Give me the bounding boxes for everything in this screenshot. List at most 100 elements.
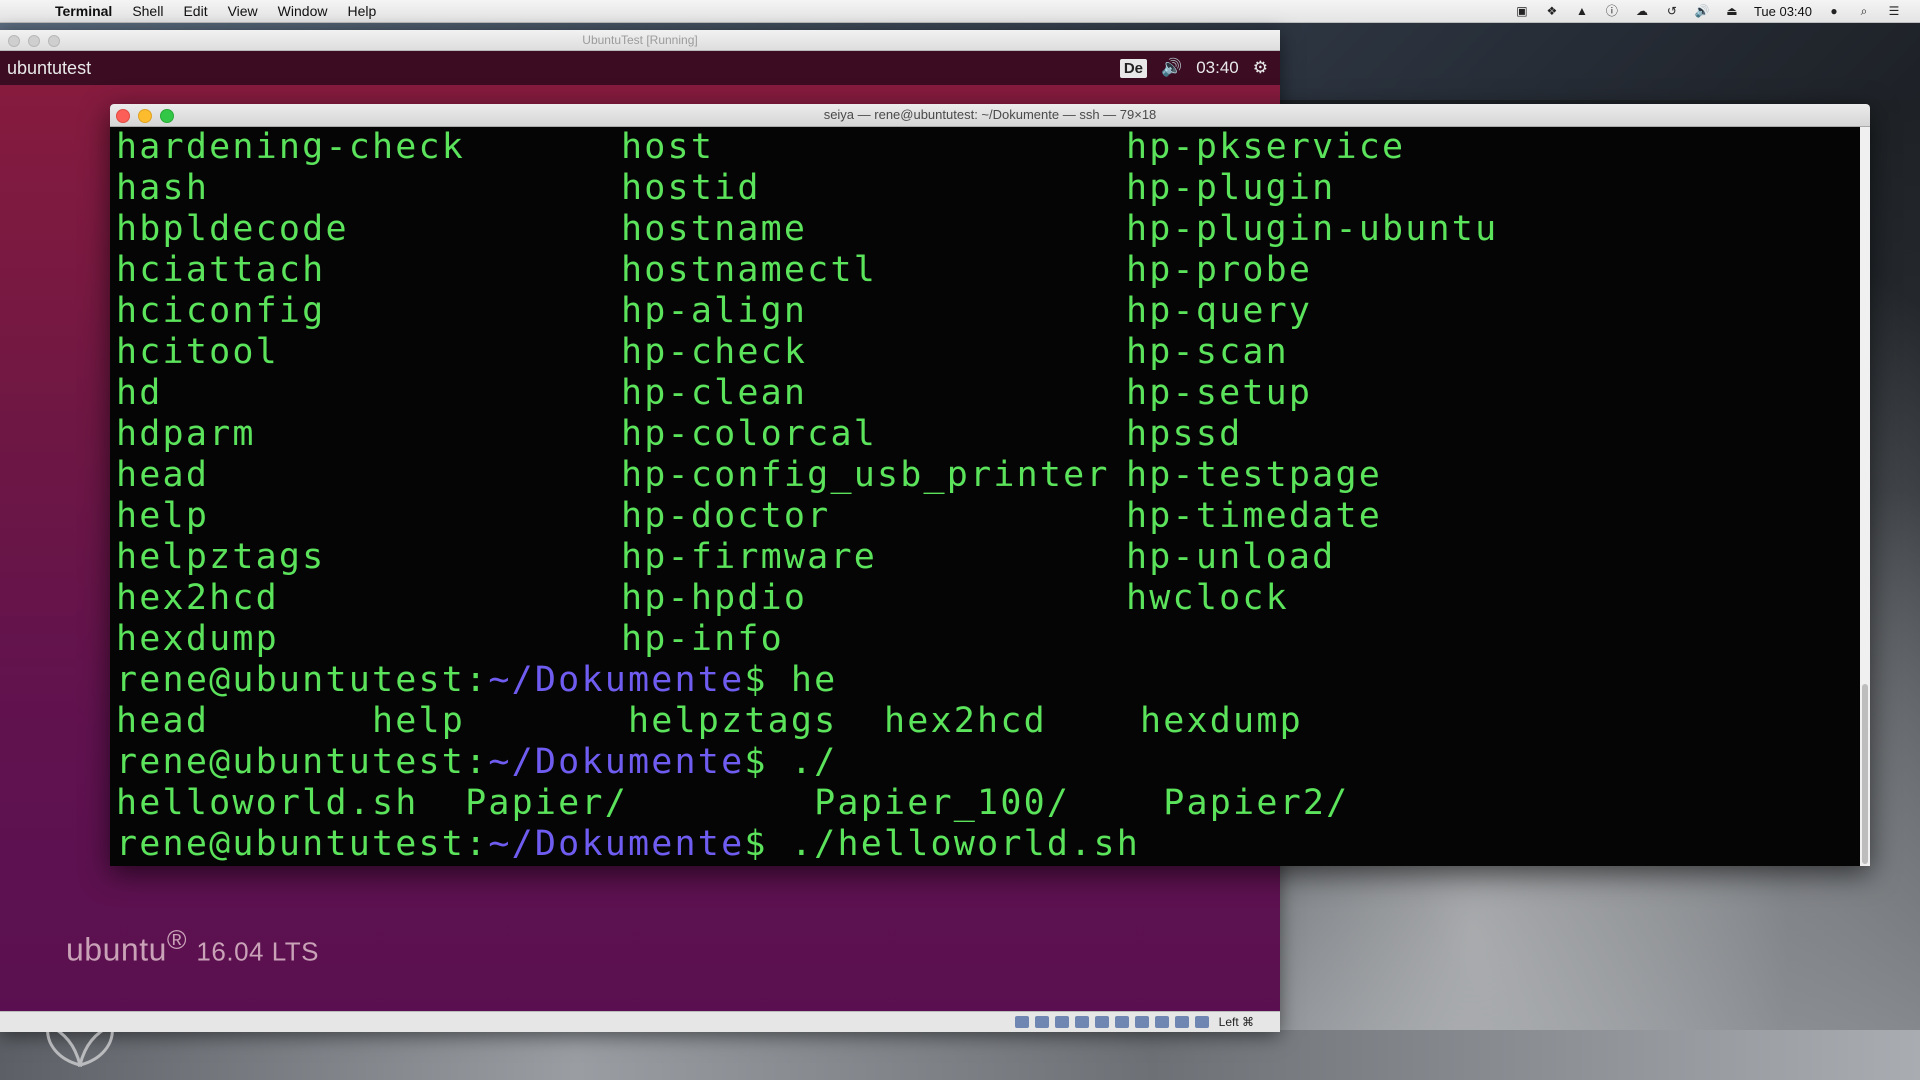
listing-cell: hd (116, 373, 163, 413)
listing-row: hciattach hostnamectl hp-probe (110, 250, 1860, 291)
close-button[interactable] (8, 35, 20, 47)
listing-cell: hp-hpdio (621, 578, 808, 618)
prompt-sep: : (465, 824, 489, 864)
close-button[interactable] (116, 109, 130, 123)
ubuntu-top-panel: ubuntutest De 🔊 03:40 ⚙ (0, 51, 1280, 85)
spotlight-icon[interactable]: ⌕ (1856, 4, 1872, 18)
video-capture-icon[interactable] (1154, 1016, 1169, 1028)
terminal-title: seiya — rene@ubuntutest: ~/Dokumente — s… (823, 107, 1157, 122)
listing-cell: hp-plugin-ubuntu (1126, 209, 1499, 249)
listing-cell: hp-align (621, 291, 808, 331)
listing-cell: helpztags (116, 537, 326, 577)
menu-help[interactable]: Help (347, 3, 376, 19)
listing-cell: hp-scan (1126, 332, 1289, 372)
ubuntu-clock[interactable]: 03:40 (1196, 58, 1239, 78)
completion-line: head help helpztags hex2hcd hexdump (110, 701, 1860, 742)
ubuntu-brand: ubuntu® 16.04 LTS (66, 925, 319, 969)
audio-icon[interactable] (1054, 1016, 1069, 1028)
minimize-button[interactable] (28, 35, 40, 47)
terminal-scrollbar[interactable] (1860, 127, 1870, 866)
virtualization-icon[interactable] (1174, 1016, 1189, 1028)
network-icon[interactable] (1074, 1016, 1089, 1028)
listing-cell: hdparm (116, 414, 256, 454)
listing-row: hexdump hp-info (110, 619, 1860, 660)
wifi-icon[interactable]: ☁ (1634, 4, 1650, 18)
terminal-titlebar[interactable]: seiya — rene@ubuntutest: ~/Dokumente — s… (110, 104, 1870, 127)
listing-cell: help (116, 496, 210, 536)
desktop-wallpaper-bottom (0, 1030, 1920, 1080)
minimize-button[interactable] (138, 109, 152, 123)
listing-row: hciconfig hp-align hp-query (110, 291, 1860, 332)
optical-drive-icon[interactable] (1034, 1016, 1049, 1028)
keyboard-layout-indicator[interactable]: De (1119, 58, 1148, 78)
prompt-line: rene@ubuntutest:~/Dokumente$ ./ (110, 742, 1860, 783)
hard-disk-icon[interactable] (1014, 1016, 1029, 1028)
listing-row: hcitool hp-check hp-scan (110, 332, 1860, 373)
info-icon[interactable]: ⓘ (1604, 4, 1620, 18)
listing-row: head hp-config_usb_printer hp-testpage (110, 455, 1860, 496)
mac-menubar: Terminal Shell Edit View Window Help ▣ ❖… (0, 0, 1920, 23)
listing-cell: head (116, 455, 210, 495)
ubuntu-hostname: ubuntutest (7, 57, 92, 78)
listing-row: hex2hcd hp-hpdio hwclock (110, 578, 1860, 619)
listing-cell: hpssd (1126, 414, 1243, 454)
prompt-dollar: $ (744, 742, 768, 782)
listing-row: hbpldecode hostname hp-plugin-ubuntu (110, 209, 1860, 250)
terminal-output[interactable]: hardening-check host hp-pkservice hash host… (110, 127, 1860, 866)
zoom-button[interactable] (48, 35, 60, 47)
user-icon[interactable]: ● (1826, 4, 1842, 18)
screen-record-icon[interactable]: ▣ (1514, 4, 1530, 18)
mouse-integration-icon[interactable] (1194, 1016, 1209, 1028)
shared-folders-icon[interactable] (1114, 1016, 1129, 1028)
listing-cell: hp-check (621, 332, 808, 372)
prompt-dollar: $ (744, 660, 768, 700)
prompt-sep: : (465, 660, 489, 700)
completion-text: head help helpztags hex2hcd hexdump (116, 701, 1303, 741)
listing-cell: hp-clean (621, 373, 808, 413)
listing-cell: hash (116, 168, 210, 208)
display-icon[interactable] (1134, 1016, 1149, 1028)
listing-cell: hp-query (1126, 291, 1313, 331)
notification-center-icon[interactable]: ☰ (1886, 4, 1902, 18)
listing-cell: hardening-check (116, 127, 466, 167)
time-machine-icon[interactable]: ↺ (1664, 4, 1680, 18)
menu-shell[interactable]: Shell (132, 3, 163, 19)
usb-icon[interactable] (1094, 1016, 1109, 1028)
listing-cell: hwclock (1126, 578, 1289, 618)
volume-icon[interactable]: 🔊 (1694, 4, 1710, 18)
listing-cell: hciconfig (116, 291, 326, 331)
prompt-dollar: $ (744, 824, 768, 864)
menu-terminal[interactable]: Terminal (55, 3, 112, 19)
command-text: ./helloworld.sh (767, 824, 1140, 864)
eject-icon[interactable]: ⏏ (1724, 4, 1740, 18)
menu-window[interactable]: Window (278, 3, 328, 19)
ubuntu-version: 16.04 LTS (196, 936, 319, 967)
scrollbar-thumb[interactable] (1862, 684, 1868, 864)
listing-row: hd hp-clean hp-setup (110, 373, 1860, 414)
listing-cell: hp-setup (1126, 373, 1313, 413)
prompt-user: rene@ubuntutest (116, 660, 466, 700)
menu-view[interactable]: View (228, 3, 258, 19)
ubuntu-registered-mark: ® (166, 925, 188, 955)
zoom-button[interactable] (160, 109, 174, 123)
dropbox-icon[interactable]: ❖ (1544, 4, 1560, 18)
volume-icon[interactable]: 🔊 (1161, 58, 1182, 78)
virtualbox-titlebar[interactable]: UbuntuTest [Running] (0, 30, 1280, 51)
virtualbox-title: UbuntuTest [Running] (582, 33, 698, 47)
listing-row: help hp-doctor hp-timedate (110, 496, 1860, 537)
menubar-tray: ▣ ❖ ▲ ⓘ ☁ ↺ 🔊 ⏏ Tue 03:40 ● ⌕ ☰ (1514, 4, 1902, 19)
prompt-path: ~/Dokumente (488, 742, 745, 782)
prompt-user: rene@ubuntutest (116, 742, 466, 782)
listing-cell: hcitool (116, 332, 279, 372)
prompt-path: ~/Dokumente (488, 824, 745, 864)
command-text: he (767, 660, 838, 700)
listing-cell: hp-timedate (1126, 496, 1382, 536)
listing-cell: hex2hcd (116, 578, 279, 618)
menubar-clock[interactable]: Tue 03:40 (1754, 4, 1812, 19)
google-drive-icon[interactable]: ▲ (1574, 4, 1590, 18)
menu-edit[interactable]: Edit (183, 3, 207, 19)
listing-row: hdparm hp-colorcal hpssd (110, 414, 1860, 455)
virtualbox-status-icons (1014, 1016, 1209, 1028)
virtualbox-window-controls (8, 35, 60, 47)
gear-icon[interactable]: ⚙ (1253, 58, 1268, 78)
